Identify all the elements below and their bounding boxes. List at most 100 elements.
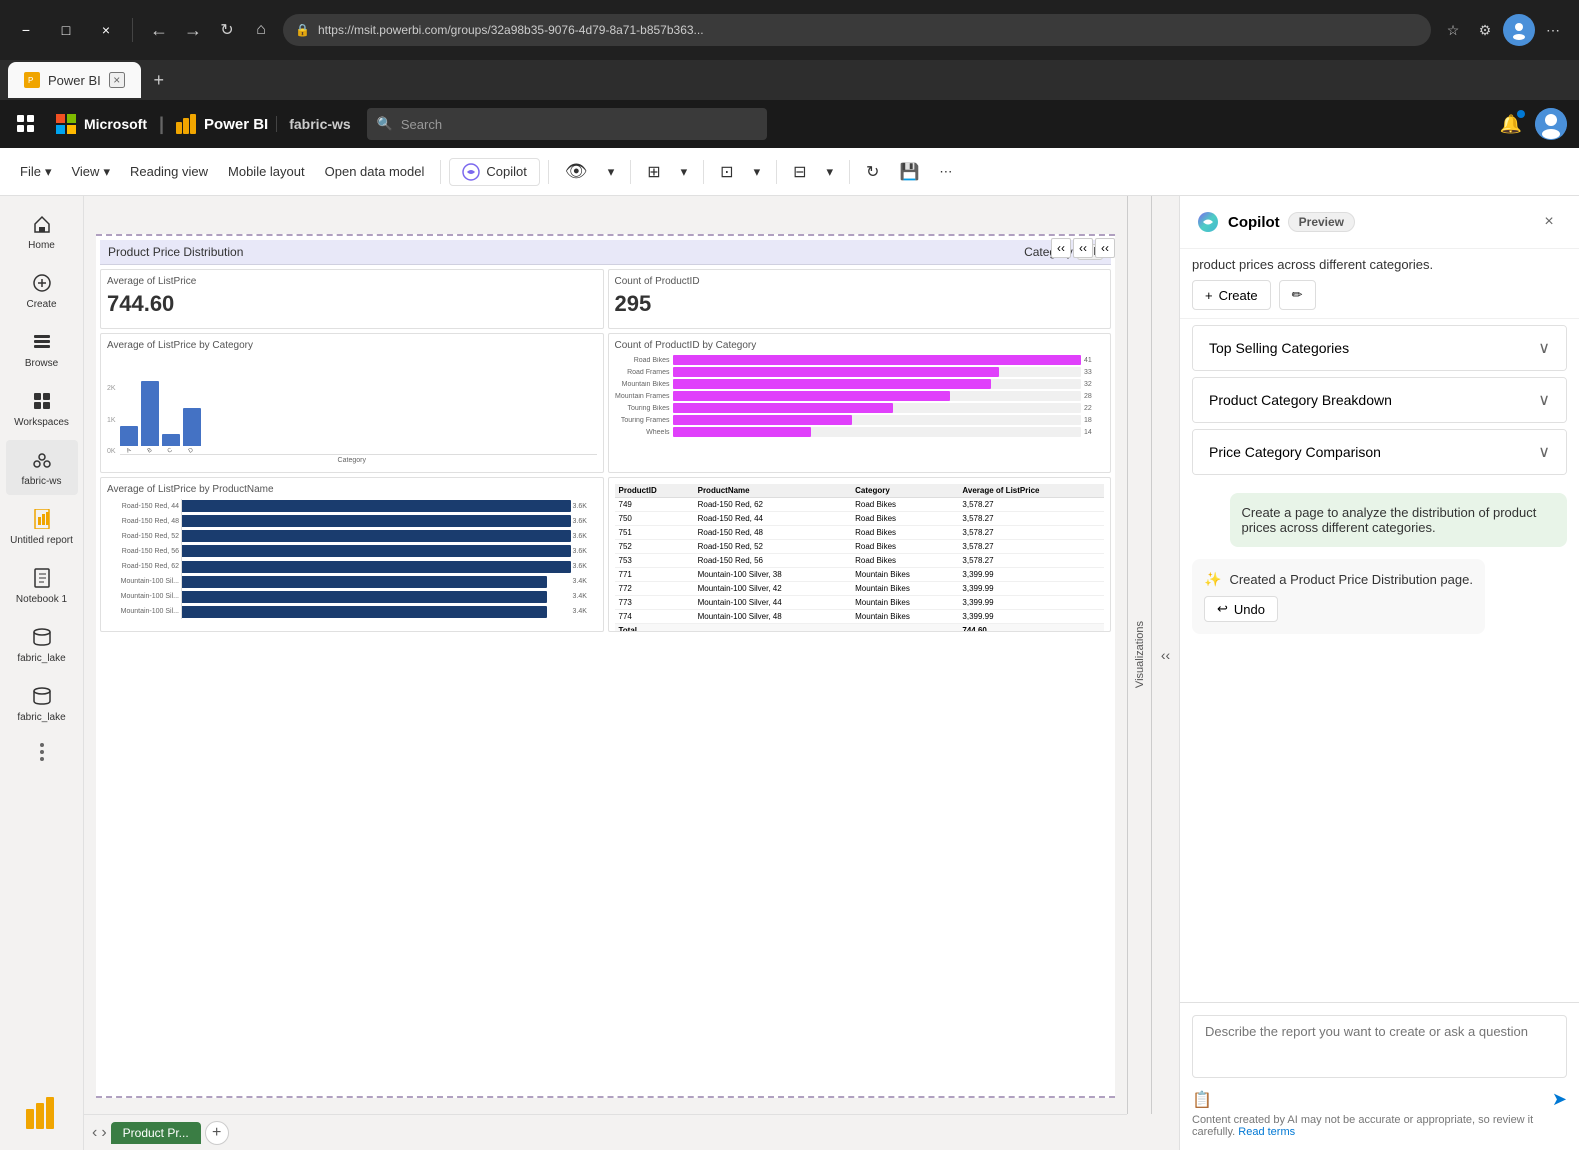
chevron-down-icon-1: ∨ [1538, 390, 1550, 410]
tab-close-btn[interactable]: × [109, 72, 125, 88]
collapse-right-btn[interactable]: ‹‹ [1073, 238, 1093, 258]
create-action-btn[interactable]: + Create [1192, 280, 1271, 310]
copilot-panel-icon [1196, 210, 1220, 234]
save-btn[interactable]: 💾 [891, 154, 927, 190]
page-nav-next[interactable]: › [101, 1124, 106, 1142]
add-page-btn[interactable]: + [205, 1121, 229, 1145]
accordion-header-0[interactable]: Top Selling Categories ∨ [1193, 326, 1566, 370]
page-nav-prev[interactable]: ‹ [92, 1124, 97, 1142]
home-btn[interactable]: ⌂ [247, 16, 275, 44]
back-btn[interactable]: ← [145, 16, 173, 44]
h-bar-row-4: Mountain Frames 28 [615, 391, 1105, 401]
extensions-btn[interactable]: ⚙ [1471, 16, 1499, 44]
copilot-btn-label: Copilot [486, 164, 526, 179]
copilot-text-input[interactable] [1192, 1015, 1567, 1078]
copilot-title: Copilot Preview [1196, 210, 1355, 234]
copilot-suggestions: product prices across different categori… [1180, 249, 1579, 319]
sidebar-item-notebook[interactable]: Notebook 1 [6, 558, 78, 613]
sidebar-item-create[interactable]: Create [6, 263, 78, 318]
chevron-down-icon-2: ∨ [1538, 442, 1550, 462]
sidebar-item-fabric-lake2[interactable]: fabric_lake [6, 676, 78, 731]
copilot-footer-disclaimer: Content created by AI may not be accurat… [1192, 1114, 1567, 1138]
pbi-label: Power BI [204, 116, 268, 133]
toolbar-icon4[interactable]: ⊟ [785, 154, 814, 190]
copilot-close-btn[interactable]: × [1535, 208, 1563, 236]
user-avatar[interactable] [1535, 108, 1567, 140]
h-bar-val-5: 22 [1084, 405, 1104, 412]
mobile-layout-btn[interactable]: Mobile layout [220, 154, 313, 190]
bar-1 [120, 426, 138, 446]
minimize-btn[interactable]: − [12, 16, 40, 44]
sidebar-item-fabric-lake1[interactable]: fabric_lake [6, 617, 78, 672]
visualizations-tab[interactable]: Visualizations [1127, 196, 1151, 1114]
browser-chrome: − □ × ← → ↻ ⌂ 🔒 https://msit.powerbi.com… [0, 0, 1579, 60]
sidebar-item-workspaces[interactable]: Workspaces [6, 381, 78, 436]
browser-profile[interactable] [1503, 14, 1535, 46]
current-page-tab[interactable]: Product Pr... [111, 1122, 201, 1144]
refresh-btn-ribbon[interactable]: ↻ [858, 154, 887, 190]
more-options-btn[interactable]: ⋯ [1539, 16, 1567, 44]
accordion-header-1[interactable]: Product Category Breakdown ∨ [1193, 378, 1566, 422]
refresh-btn[interactable]: ↻ [213, 16, 241, 44]
collapse-left-btn[interactable]: ‹‹ [1051, 238, 1071, 258]
edit-action-btn[interactable]: ✏ [1279, 280, 1316, 310]
forward-btn[interactable]: → [179, 16, 207, 44]
h-bar-val-3: 32 [1084, 381, 1104, 388]
toolbar-dropdown4[interactable]: ▾ [819, 154, 842, 190]
more-items-dots[interactable] [40, 743, 44, 761]
maximize-btn[interactable]: □ [52, 16, 80, 44]
apps-grid-btn[interactable] [12, 110, 40, 138]
clipboard-btn[interactable]: 📋 [1192, 1090, 1212, 1110]
send-btn[interactable]: ➤ [1552, 1089, 1567, 1110]
read-terms-link[interactable]: Read terms [1238, 1126, 1295, 1138]
h-bar-row-5: Touring Bikes 22 [615, 403, 1105, 413]
file-menu-btn[interactable]: File ▾ [12, 154, 59, 190]
copilot-ribbon-btn[interactable]: Copilot [449, 158, 539, 186]
prod-bar-7 [182, 591, 547, 603]
power-bi-bottom-logo[interactable] [26, 1097, 58, 1134]
toolbar-dropdown2[interactable]: ▾ [673, 154, 696, 190]
close-btn[interactable]: × [92, 16, 120, 44]
sidebar-item-home[interactable]: Home [6, 204, 78, 259]
report-header: Product Price Distribution Category All [100, 240, 1111, 265]
toolbar-view-btn[interactable]: 👁 [557, 154, 596, 190]
view-dropdown-icon: ▾ [103, 164, 110, 180]
address-bar[interactable]: 🔒 https://msit.powerbi.com/groups/32a98b… [283, 14, 1431, 46]
favorites-btn[interactable]: ☆ [1439, 16, 1467, 44]
sidebar-item-untitled-report[interactable]: Untitled report [6, 499, 78, 554]
h-bar-fill-7 [673, 427, 812, 437]
more-btn[interactable]: ⋯ [931, 154, 960, 190]
data-table-card: ProductID ProductName Category Average o… [608, 477, 1112, 632]
toolbar-icon2[interactable]: ⊞ [639, 154, 668, 190]
new-tab-btn[interactable]: + [145, 66, 173, 94]
header-actions: 🔔 [1495, 108, 1567, 140]
report-icon [30, 507, 54, 531]
accordion-item-0: Top Selling Categories ∨ [1192, 325, 1567, 371]
report-content: Product Price Distribution Category All … [96, 234, 1115, 1098]
collapse-both-btn[interactable]: ‹‹ [1095, 238, 1115, 258]
table-row: 750Road-150 Red, 44Road Bikes3,578.27 [615, 512, 1105, 526]
undo-btn[interactable]: ↩ Undo [1204, 596, 1278, 622]
collapse-btn-1[interactable]: ‹‹ [1151, 196, 1179, 1114]
ribbon-sep-6 [849, 160, 850, 184]
h-bar-track-7 [673, 427, 1082, 437]
sidebar-item-browse[interactable]: Browse [6, 322, 78, 377]
canvas-area: ‹‹ Visualizations ‹‹ ‹‹ ‹‹ Product Price… [84, 196, 1179, 1150]
active-tab[interactable]: P Power BI × [8, 62, 141, 98]
reading-view-btn[interactable]: Reading view [122, 154, 216, 190]
ribbon-sep-3 [630, 160, 631, 184]
user-message-text: Create a page to analyze the distributio… [1242, 505, 1537, 535]
h-bar-label-5: Touring Bikes [615, 405, 670, 412]
sidebar-item-fabric-ws[interactable]: fabric-ws [6, 440, 78, 495]
view-menu-btn[interactable]: View ▾ [63, 154, 117, 190]
toolbar-dropdown1[interactable]: ▾ [600, 154, 623, 190]
header-search[interactable]: 🔍 Search [367, 108, 767, 140]
open-data-model-btn[interactable]: Open data model [317, 154, 433, 190]
toolbar-dropdown3[interactable]: ▾ [746, 154, 769, 190]
accordion-header-2[interactable]: Price Category Comparison ∨ [1193, 430, 1566, 474]
notification-btn[interactable]: 🔔 [1495, 108, 1527, 140]
accordion-label-2: Price Category Comparison [1209, 444, 1381, 460]
avg-by-product-title: Average of ListPrice by ProductName [107, 484, 597, 495]
toolbar-icon3[interactable]: ⊡ [712, 154, 741, 190]
search-placeholder: Search [401, 117, 442, 132]
